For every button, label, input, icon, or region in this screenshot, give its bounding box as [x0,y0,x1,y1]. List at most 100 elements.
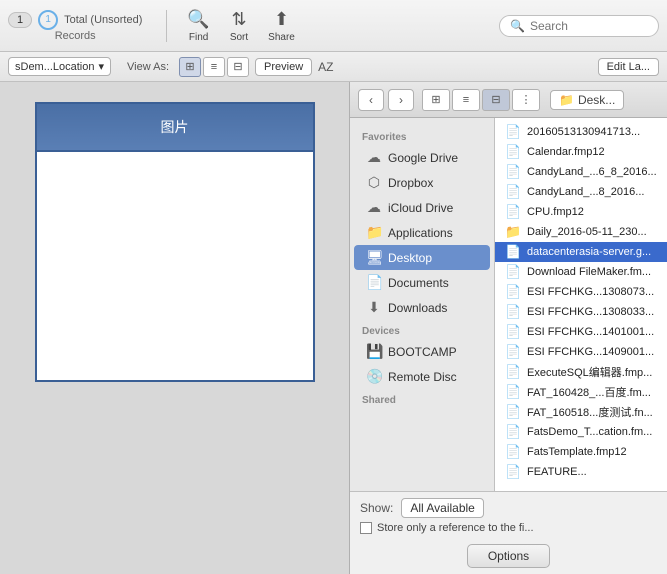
view-icon-grid[interactable]: ⊞ [179,57,201,77]
sidebar-item-label: iCloud Drive [388,201,453,215]
sort-icon: ⇅ [231,9,246,30]
file-item[interactable]: 📄ExecuteSQL编辑器.fmp... [495,362,667,382]
store-ref-row: Store only a reference to the fi... [360,522,657,534]
dialog-view-list[interactable]: ≡ [452,89,480,111]
location-dropdown-label: sDem...Location [15,61,94,73]
location-dropdown[interactable]: sDem...Location ▾ [8,57,111,76]
dialog-view-icon[interactable]: ⊞ [422,89,450,111]
file-type-icon: 📄 [505,164,521,180]
file-name: datacenterasia-server.g... [527,246,651,258]
remote-disc-icon: 💿 [366,368,382,385]
view-as-label: View As: [127,61,169,73]
file-type-icon: 📄 [505,444,521,460]
file-item[interactable]: 📄CandyLand_...8_2016... [495,182,667,202]
file-item[interactable]: 📄ESI FFCHKG...1409001... [495,342,667,362]
dialog-location[interactable]: 📁 Desk... [550,90,624,110]
dialog-toolbar: ‹ › ⊞ ≡ ⊟ ⋮ 📁 Desk... [350,82,667,118]
dialog-bottom: Show: All Available Store only a referen… [350,491,667,574]
view-icon-list[interactable]: ≡ [203,57,225,77]
file-name: FatsDemo_T...cation.fm... [527,426,652,438]
file-type-icon: 📄 [505,404,521,420]
file-item[interactable]: 📄Download FileMaker.fm... [495,262,667,282]
search-box[interactable]: 🔍 [499,15,659,37]
file-list: 📄20160513130941713...📄Calendar.fmp12📄Can… [495,118,667,491]
file-type-icon: 📄 [505,464,521,480]
file-type-icon: 📄 [505,304,521,320]
view-icon-table[interactable]: ⊟ [227,57,249,77]
file-name: ESI FFCHKG...1409001... [527,346,654,358]
file-item[interactable]: 📄FAT_160518...度测试.fn... [495,402,667,422]
file-item[interactable]: 📄CPU.fmp12 [495,202,667,222]
sidebar-item-google-drive[interactable]: ☁ Google Drive [354,145,490,170]
share-button[interactable]: ⬆ Share [260,5,303,47]
main-content: 图片 ‹ › ⊞ ≡ ⊟ ⋮ 📁 Desk... Favorites [0,82,667,574]
file-sidebar: Favorites ☁ Google Drive ⬡ Dropbox ☁ iCl… [350,118,495,491]
total-circle-num: 1 [45,14,51,25]
file-item[interactable]: 📄ESI FFCHKG...1401001... [495,322,667,342]
sidebar-item-label: Google Drive [388,151,458,165]
sidebar-item-icloud-drive[interactable]: ☁ iCloud Drive [354,195,490,220]
file-type-icon: 📄 [505,364,521,380]
file-item[interactable]: 📄 datacenterasia-server.g... [495,242,667,262]
edit-label-button[interactable]: Edit La... [598,58,659,76]
search-icon: 🔍 [510,19,525,33]
file-type-icon: 📄 [505,284,521,300]
records-label: Records [55,30,96,42]
file-item[interactable]: 📄CandyLand_...6_8_2016... [495,162,667,182]
bootcamp-icon: 💾 [366,343,382,360]
devices-label: Devices [350,320,494,339]
dialog-view-coverflow[interactable]: ⋮ [512,89,540,111]
sort-label: Sort [230,32,248,43]
sidebar-item-label: BOOTCAMP [388,345,457,359]
file-item[interactable]: 📄Calendar.fmp12 [495,142,667,162]
sidebar-item-dropbox[interactable]: ⬡ Dropbox [354,170,490,195]
sidebar-item-remote-disc[interactable]: 💿 Remote Disc [354,364,490,389]
image-header-box: 图片 [35,102,315,152]
left-panel: 图片 [0,82,350,574]
file-type-icon: 📄 [505,244,521,260]
file-item[interactable]: 📄FatsTemplate.fmp12 [495,442,667,462]
file-name: Daily_2016-05-11_230... [527,226,647,238]
sidebar-item-documents[interactable]: 📄 Documents [354,270,490,295]
file-name: ESI FFCHKG...1308033... [527,306,654,318]
view-icons-group: ⊞ ≡ ⊟ [179,57,249,77]
preview-button[interactable]: Preview [255,58,312,76]
location-label: Desk... [578,93,615,107]
file-item[interactable]: 📄20160513130941713... [495,122,667,142]
sidebar-item-applications[interactable]: 📁 Applications [354,220,490,245]
file-item[interactable]: 📄ESI FFCHKG...1308073... [495,282,667,302]
file-item[interactable]: 📁 Daily_2016-05-11_230... [495,222,667,242]
google-drive-icon: ☁ [366,149,382,166]
file-name: Calendar.fmp12 [527,146,605,158]
file-item[interactable]: 📄FEATURE... [495,462,667,482]
show-dropdown[interactable]: All Available [401,498,484,518]
file-item[interactable]: 📄FAT_160428_...百度.fm... [495,382,667,402]
sidebar-item-label: Documents [388,276,449,290]
dialog-view-columns[interactable]: ⊟ [482,89,510,111]
sidebar-item-desktop[interactable]: 🖥 Desktop [354,245,490,270]
sidebar-item-bootcamp[interactable]: 💾 BOOTCAMP [354,339,490,364]
nav-back-button[interactable]: ‹ [358,89,384,111]
dropbox-icon: ⬡ [366,174,382,191]
sidebar-item-label: Remote Disc [388,370,457,384]
image-label: 图片 [161,117,189,137]
store-ref-label: Store only a reference to the fi... [377,522,534,534]
find-button[interactable]: 🔍 Find [179,5,217,47]
nav-forward-button[interactable]: › [388,89,414,111]
view-bar: sDem...Location ▾ View As: ⊞ ≡ ⊟ Preview… [0,52,667,82]
applications-icon: 📁 [366,224,382,241]
file-item[interactable]: 📄 ESI FFCHKG...1308033... [495,302,667,322]
file-type-icon: 📄 [505,424,521,440]
store-ref-checkbox[interactable] [360,522,372,534]
file-type-icon: 📄 [505,184,521,200]
file-item[interactable]: 📄 FatsDemo_T...cation.fm... [495,422,667,442]
sidebar-item-downloads[interactable]: ⬇ Downloads [354,295,490,320]
sort-button[interactable]: ⇅ Sort [222,5,256,47]
file-name: 20160513130941713... [527,126,640,138]
share-label: Share [268,32,295,43]
image-content-area [35,152,315,382]
search-input[interactable] [530,19,648,33]
options-button[interactable]: Options [467,544,550,568]
downloads-icon: ⬇ [366,299,382,316]
file-type-icon: 📁 [505,224,521,240]
